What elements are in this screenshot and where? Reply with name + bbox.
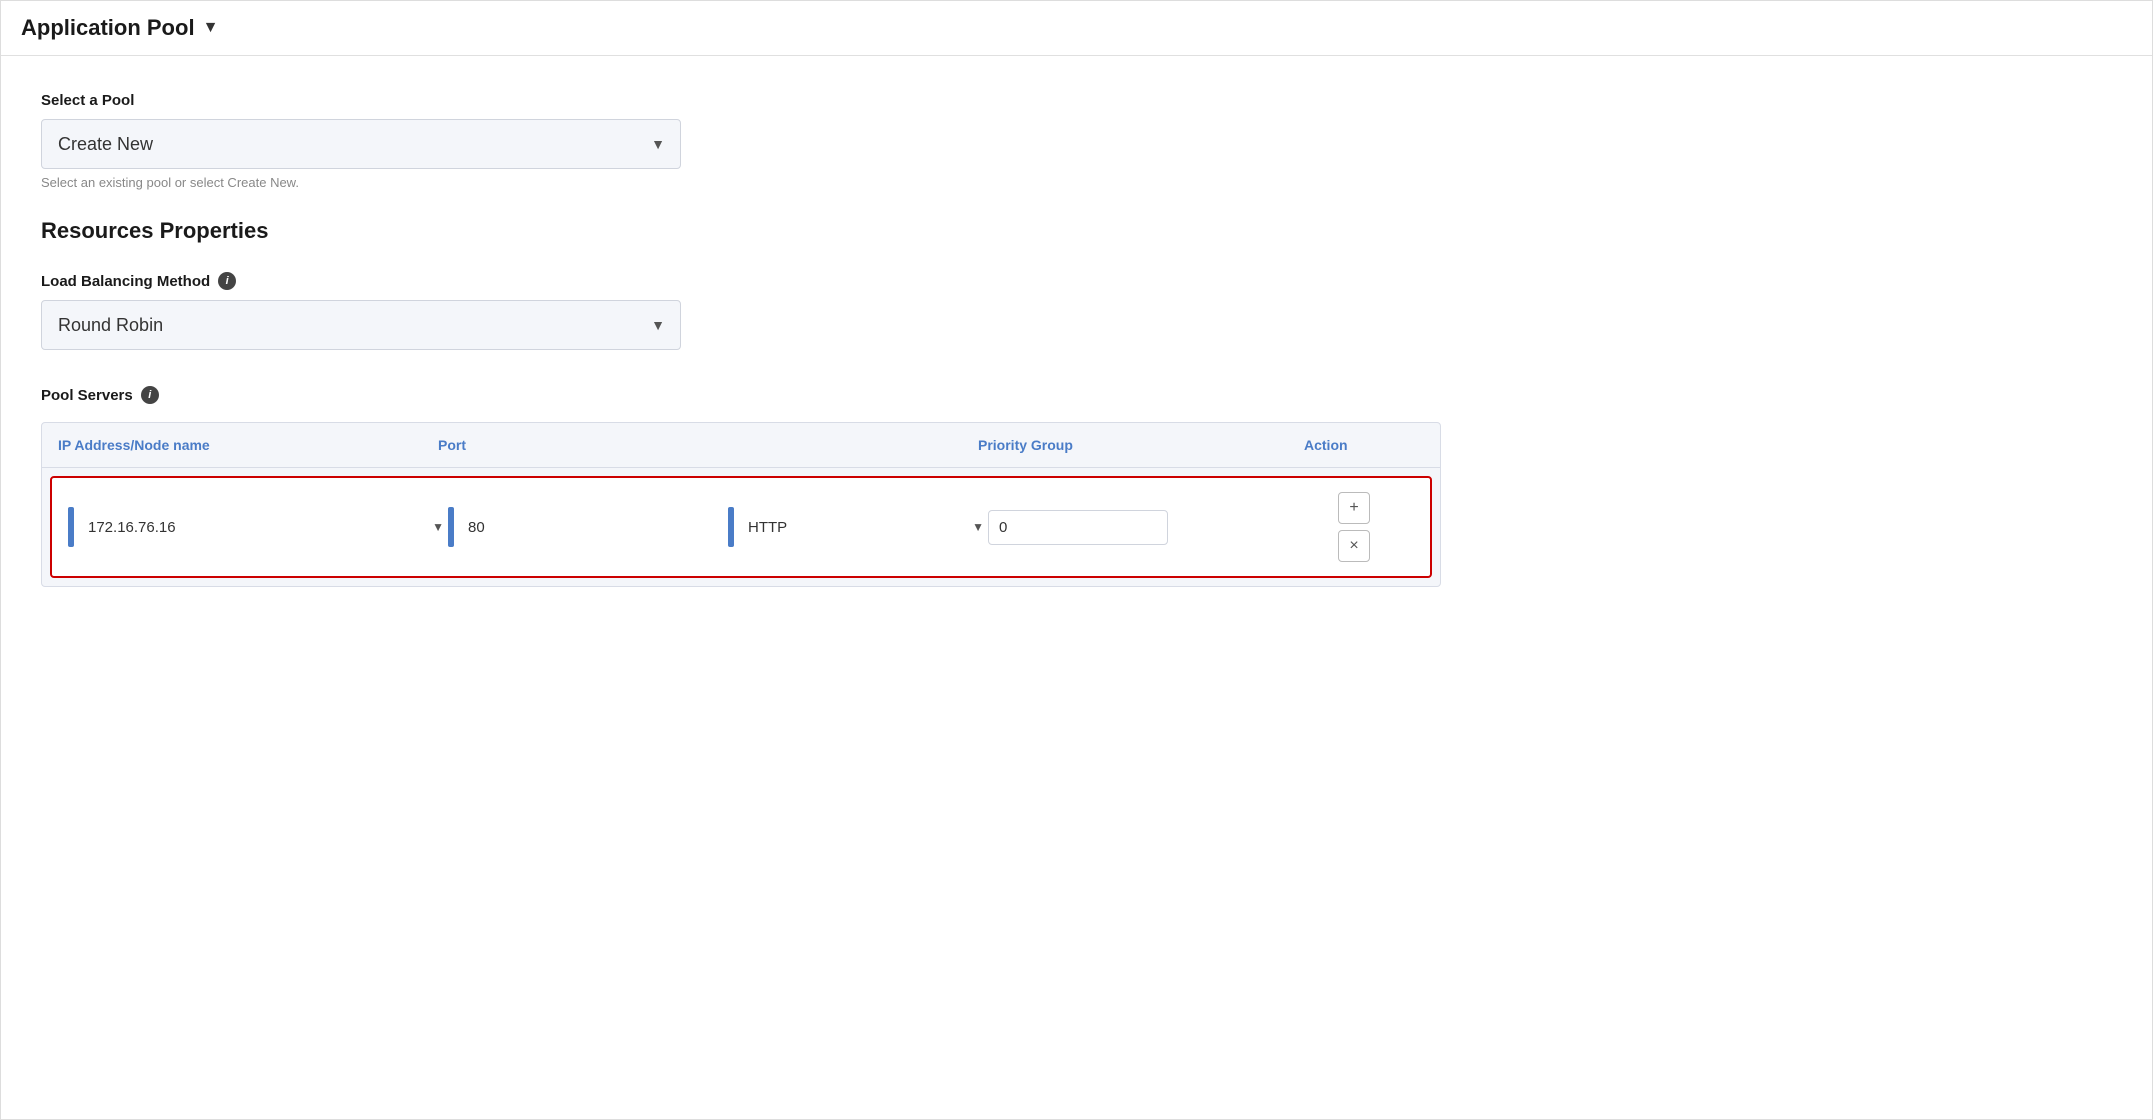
protocol-cell: HTTP HTTPS TCP ▼ <box>728 507 988 547</box>
col-header-port: Port <box>438 437 718 453</box>
col-header-protocol <box>718 437 978 453</box>
load-balancing-label-row: Load Balancing Method i <box>41 272 2112 290</box>
load-balancing-label: Load Balancing Method <box>41 273 210 290</box>
priority-group-input[interactable] <box>988 510 1168 545</box>
protocol-accent-bar <box>728 507 734 547</box>
pool-servers-label-row: Pool Servers i <box>41 386 2112 404</box>
port-cell <box>448 507 728 547</box>
select-pool-container: Create New Pool 1 Pool 2 ▼ <box>41 119 681 169</box>
select-pool-dropdown[interactable]: Create New Pool 1 Pool 2 <box>41 119 681 169</box>
header-bar: Application Pool ▼ <box>1 1 2152 56</box>
pool-servers-info-icon[interactable]: i <box>141 386 159 404</box>
port-input[interactable] <box>464 513 728 542</box>
ip-address-select[interactable]: 172.16.76.16 <box>84 513 448 542</box>
ip-select-wrapper: 172.16.76.16 ▼ <box>84 513 448 542</box>
add-row-button[interactable]: + <box>1338 492 1370 524</box>
pool-servers-table: IP Address/Node name Port Priority Group… <box>41 422 1441 587</box>
pool-servers-label: Pool Servers <box>41 387 133 404</box>
page-wrapper: Application Pool ▼ Select a Pool Create … <box>0 0 2153 1120</box>
header-chevron-icon: ▼ <box>203 19 219 37</box>
ip-cell: 172.16.76.16 ▼ <box>68 507 448 547</box>
page-title: Application Pool <box>21 15 195 41</box>
load-balancing-dropdown[interactable]: Round Robin Least Connections IP Hash <box>41 300 681 350</box>
protocol-select-wrapper: HTTP HTTPS TCP ▼ <box>744 513 988 542</box>
load-balancing-container: Round Robin Least Connections IP Hash ▼ <box>41 300 681 350</box>
load-balancing-info-icon[interactable]: i <box>218 272 236 290</box>
col-header-priority: Priority Group <box>978 437 1304 453</box>
content-area: Select a Pool Create New Pool 1 Pool 2 ▼… <box>1 56 2152 623</box>
priority-cell <box>988 510 1294 545</box>
col-header-action: Action <box>1304 437 1424 453</box>
select-pool-label: Select a Pool <box>41 92 2112 109</box>
resources-properties-heading: Resources Properties <box>41 218 2112 244</box>
action-cell: + × <box>1294 492 1414 562</box>
protocol-select[interactable]: HTTP HTTPS TCP <box>744 513 988 542</box>
table-row: 172.16.76.16 ▼ <box>50 476 1432 578</box>
port-accent-bar <box>448 507 454 547</box>
pool-servers-section: Pool Servers i IP Address/Node name Port… <box>41 386 2112 587</box>
select-pool-helper: Select an existing pool or select Create… <box>41 175 2112 190</box>
remove-row-button[interactable]: × <box>1338 530 1370 562</box>
table-header-row: IP Address/Node name Port Priority Group… <box>42 423 1440 468</box>
ip-accent-bar <box>68 507 74 547</box>
col-header-ip: IP Address/Node name <box>58 437 438 453</box>
